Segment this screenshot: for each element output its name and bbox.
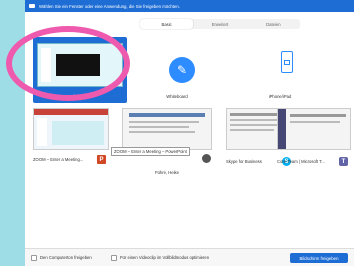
optimize-video-checkbox[interactable] [111, 255, 117, 261]
tab-files[interactable]: Dateien [247, 19, 300, 29]
tile-teams[interactable]: Core-Team | Microsoft T... T [277, 108, 351, 166]
tile-iphone-ipad[interactable]: iPhone/iPad [232, 37, 328, 103]
tab-basic[interactable]: Basic [140, 19, 194, 29]
fuehre-thumbnail [122, 108, 212, 150]
tile-whiteboard[interactable]: ✎ Whiteboard [129, 37, 225, 103]
window-tooltip: ZOOM – Enter a Meeting – PowerPoint [111, 147, 190, 156]
tile-fuehre-heike[interactable]: Führe, Heike [122, 108, 212, 175]
dialog-title: Wählen Sie ein Fenster oder eine Anwendu… [39, 3, 180, 9]
share-sound-label: Den Computerton freigeben [40, 255, 92, 260]
share-screen-button[interactable]: Bildschirm freigeben [290, 253, 348, 263]
title-bar: Wählen Sie ein Fenster oder eine Anwendu… [25, 0, 354, 12]
powerpoint-icon: P [97, 155, 106, 164]
optimize-video-label: Für einen Videoclip im Vollbildmodus opt… [120, 255, 210, 260]
share-sound-checkbox[interactable] [31, 255, 37, 261]
phone-screen-icon [284, 59, 290, 65]
zoom-app-small-icon [202, 154, 211, 163]
tile-zoom-meeting[interactable]: ZOOM – Enter a Meeting... P [33, 108, 109, 166]
phone-icon [281, 51, 293, 73]
tile-skype-label: Skype for Business [226, 159, 262, 164]
zoom-meeting-thumbnail [33, 108, 109, 150]
teams-icon: T [339, 157, 348, 166]
tile-whiteboard-label: Whiteboard [166, 94, 188, 99]
zoom-app-icon [29, 4, 35, 8]
tile-fuehre-label: Führe, Heike [155, 170, 179, 175]
tile-zoom-meeting-label: ZOOM – Enter a Meeting... [33, 157, 84, 162]
bottom-bar: Den Computerton freigeben Für einen Vide… [25, 248, 354, 266]
teams-thumbnail [277, 108, 351, 150]
tab-bar: Basic Erweitert Dateien [140, 19, 300, 29]
tab-advanced[interactable]: Erweitert [193, 19, 246, 29]
tile-teams-label: Core-Team | Microsoft T... [277, 159, 325, 164]
pencil-icon: ✎ [169, 57, 195, 83]
tile-iphone-label: iPhone/iPad [268, 94, 292, 99]
highlight-circle-annotation [6, 26, 130, 101]
